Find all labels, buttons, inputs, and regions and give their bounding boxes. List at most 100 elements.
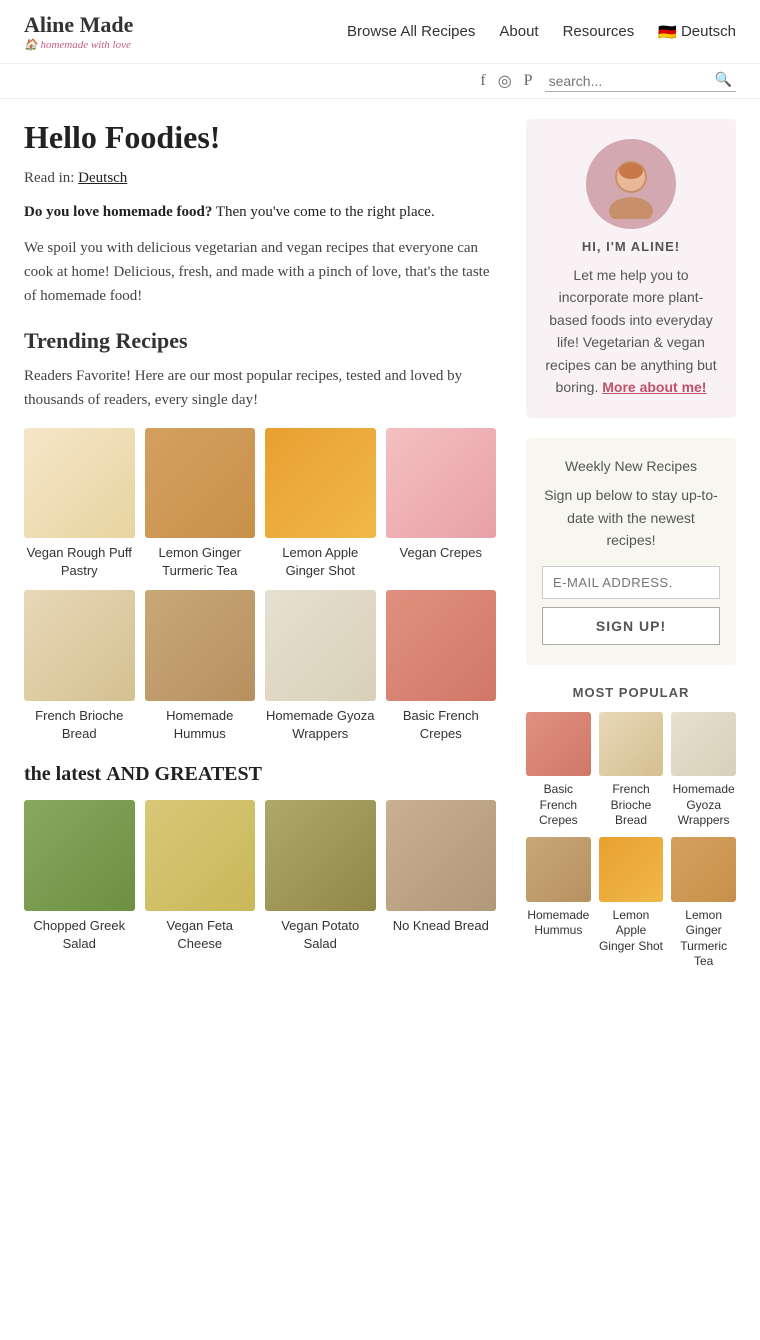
search-bar: 🔍 xyxy=(545,70,736,92)
recipe-title: Lemon Ginger Turmeric Tea xyxy=(671,908,736,970)
author-bio: Let me help you to incorporate more plan… xyxy=(542,264,720,398)
trending-recipe-grid: Vegan Rough Puff Pastry Lemon Ginger Tur… xyxy=(24,428,496,744)
popular-recipe-grid: Basic French Crepes French Brioche Bread… xyxy=(526,712,736,970)
author-avatar xyxy=(586,139,676,229)
list-item[interactable]: French Brioche Bread xyxy=(599,712,664,829)
flag-icon: 🇩🇪 xyxy=(658,23,677,41)
latest-label: the latest AND GREATEST xyxy=(24,763,262,785)
recipe-title: Homemade Gyoza Wrappers xyxy=(265,707,376,743)
more-about-link[interactable]: More about me! xyxy=(602,379,706,395)
list-item[interactable]: Homemade Gyoza Wrappers xyxy=(265,590,376,743)
list-item[interactable]: Lemon Ginger Turmeric Tea xyxy=(671,837,736,970)
author-greeting: HI, I'M ALINE! xyxy=(542,239,720,254)
list-item[interactable]: Homemade Gyoza Wrappers xyxy=(671,712,736,829)
email-field[interactable] xyxy=(542,566,720,599)
recipe-image xyxy=(265,590,376,701)
recipe-title: No Knead Bread xyxy=(393,917,489,935)
site-name: Aline Made xyxy=(24,12,133,38)
trending-description: Readers Favorite! Here are our most popu… xyxy=(24,364,496,412)
list-item[interactable]: Homemade Hummus xyxy=(145,590,256,743)
list-item[interactable]: Basic French Crepes xyxy=(526,712,591,829)
list-item[interactable]: Lemon Apple Ginger Shot xyxy=(265,428,376,581)
recipe-image xyxy=(526,837,591,902)
trending-heading: Trending Recipes xyxy=(24,328,496,354)
latest-heading: the latest AND GREATEST xyxy=(24,763,496,786)
recipe-title: Lemon Apple Ginger Shot xyxy=(599,908,664,955)
intro-bold-paragraph: Do you love homemade food? Then you've c… xyxy=(24,201,496,224)
list-item[interactable]: Homemade Hummus xyxy=(526,837,591,970)
recipe-image xyxy=(265,800,376,911)
recipe-title: Homemade Gyoza Wrappers xyxy=(671,782,736,829)
logo-icon: 🏠 xyxy=(24,39,38,51)
page-layout: Hello Foodies! Read in: Deutsch Do you l… xyxy=(0,119,760,990)
search-input[interactable] xyxy=(549,73,709,89)
list-item[interactable]: Basic French Crepes xyxy=(386,590,497,743)
read-in-link[interactable]: Deutsch xyxy=(78,170,127,186)
recipe-image xyxy=(145,428,256,539)
site-header: Aline Made 🏠 homemade with love Browse A… xyxy=(0,0,760,64)
recipe-image xyxy=(386,800,497,911)
recipe-title: French Brioche Bread xyxy=(24,707,135,743)
recipe-title: Vegan Feta Cheese xyxy=(145,917,256,953)
pinterest-icon[interactable]: P xyxy=(524,72,533,90)
recipe-image xyxy=(145,590,256,701)
recipe-image xyxy=(599,837,664,902)
page-title: Hello Foodies! xyxy=(24,119,496,156)
list-item[interactable]: Lemon Ginger Turmeric Tea xyxy=(145,428,256,581)
recipe-title: Lemon Ginger Turmeric Tea xyxy=(145,544,256,580)
recipe-title: Homemade Hummus xyxy=(526,908,591,939)
newsletter-title: Weekly New Recipes xyxy=(542,458,720,474)
intro-body: We spoil you with delicious vegetarian a… xyxy=(24,236,496,308)
language-selector[interactable]: 🇩🇪 Deutsch xyxy=(658,23,736,41)
recipe-title: Chopped Greek Salad xyxy=(24,917,135,953)
recipe-image xyxy=(671,712,736,777)
latest-recipe-grid: Chopped Greek Salad Vegan Feta Cheese Ve… xyxy=(24,800,496,953)
newsletter-card: Weekly New Recipes Sign up below to stay… xyxy=(526,438,736,664)
author-card: HI, I'M ALINE! Let me help you to incorp… xyxy=(526,119,736,418)
intro-question: Do you love homemade food? xyxy=(24,204,212,220)
most-popular-section: MOST POPULAR Basic French Crepes French … xyxy=(526,685,736,970)
recipe-title: Vegan Crepes xyxy=(400,544,482,562)
site-tagline: 🏠 homemade with love xyxy=(24,38,131,51)
recipe-image xyxy=(386,590,497,701)
recipe-image xyxy=(24,428,135,539)
main-nav: Browse All Recipes About Resources 🇩🇪 De… xyxy=(347,23,736,41)
list-item[interactable]: French Brioche Bread xyxy=(24,590,135,743)
nav-about[interactable]: About xyxy=(499,23,538,40)
sidebar: HI, I'M ALINE! Let me help you to incorp… xyxy=(526,119,736,990)
newsletter-desc: Sign up below to stay up-to-date with th… xyxy=(542,484,720,551)
logo[interactable]: Aline Made 🏠 homemade with love xyxy=(24,12,133,51)
recipe-image xyxy=(671,837,736,902)
main-content: Hello Foodies! Read in: Deutsch Do you l… xyxy=(24,119,526,990)
nav-resources[interactable]: Resources xyxy=(563,23,635,40)
read-in: Read in: Deutsch xyxy=(24,170,496,187)
list-item[interactable]: Vegan Potato Salad xyxy=(265,800,376,953)
list-item[interactable]: Vegan Feta Cheese xyxy=(145,800,256,953)
nav-browse[interactable]: Browse All Recipes xyxy=(347,23,475,40)
recipe-title: Basic French Crepes xyxy=(386,707,497,743)
signup-button[interactable]: SIGN UP! xyxy=(542,607,720,645)
secondary-bar: f ◎ P 🔍 xyxy=(0,64,760,99)
list-item[interactable]: No Knead Bread xyxy=(386,800,497,953)
recipe-title: Vegan Potato Salad xyxy=(265,917,376,953)
instagram-icon[interactable]: ◎ xyxy=(498,71,512,91)
recipe-image xyxy=(526,712,591,777)
recipe-image xyxy=(599,712,664,777)
recipe-image xyxy=(265,428,376,539)
recipe-image xyxy=(24,590,135,701)
list-item[interactable]: Vegan Crepes xyxy=(386,428,497,581)
recipe-image xyxy=(24,800,135,911)
recipe-image xyxy=(386,428,497,539)
recipe-title: Homemade Hummus xyxy=(145,707,256,743)
lang-label: Deutsch xyxy=(681,23,736,40)
most-popular-title: MOST POPULAR xyxy=(526,685,736,700)
recipe-title: Basic French Crepes xyxy=(526,782,591,829)
list-item[interactable]: Vegan Rough Puff Pastry xyxy=(24,428,135,581)
recipe-title: Lemon Apple Ginger Shot xyxy=(265,544,376,580)
recipe-title: Vegan Rough Puff Pastry xyxy=(24,544,135,580)
intro-bold-rest: Then you've come to the right place. xyxy=(216,204,435,220)
list-item[interactable]: Chopped Greek Salad xyxy=(24,800,135,953)
list-item[interactable]: Lemon Apple Ginger Shot xyxy=(599,837,664,970)
facebook-icon[interactable]: f xyxy=(480,72,485,90)
search-icon[interactable]: 🔍 xyxy=(715,72,732,89)
